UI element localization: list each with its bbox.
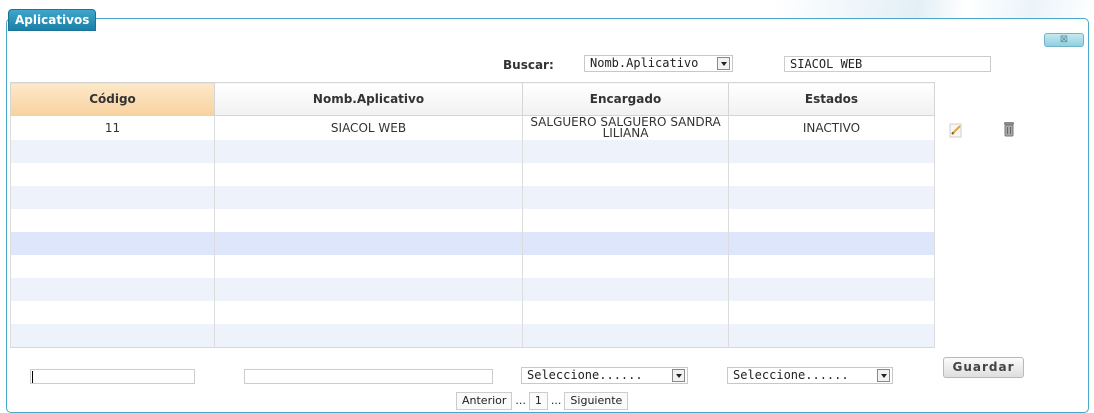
chevron-down-icon [672,369,685,382]
aplicativos-table: Código Nomb.Aplicativo Encargado Estados… [10,82,935,348]
pager-ellipsis: ... [515,394,526,407]
chevron-down-icon [717,57,730,70]
chevron-down-icon [877,369,890,382]
encargado-select[interactable]: Seleccione...... [521,367,688,384]
edit-icon[interactable] [949,122,963,138]
pagination: Anterior... 1... Siguiente [456,392,629,410]
table-row[interactable] [10,163,935,186]
text-cursor [32,371,33,383]
pager-ellipsis: ... [550,394,562,407]
page-1-button[interactable]: 1 [528,392,548,410]
trash-icon[interactable] [1002,121,1016,137]
table-row[interactable] [10,140,935,163]
prev-page-button[interactable]: Anterior [456,392,513,410]
column-header-estado[interactable]: Estados [728,82,935,116]
table-row[interactable] [10,209,935,232]
save-button[interactable]: Guardar [943,357,1024,378]
panel-title: Aplicativos [8,9,97,31]
cell-encargado: SALGUERO SALGUERO SANDRA LILIANA [522,115,729,140]
cell-estado: INACTIVO [728,115,935,140]
column-header-codigo[interactable]: Código [10,82,215,116]
estado-select[interactable]: Seleccione...... [727,367,893,384]
table-header-row: Código Nomb.Aplicativo Encargado Estados [10,82,935,116]
codigo-input[interactable] [30,369,195,384]
table-row[interactable] [10,301,935,324]
search-field-select[interactable]: Nomb.Aplicativo [584,55,733,72]
table-row[interactable] [10,232,935,255]
table-row[interactable] [10,186,935,209]
next-page-button[interactable]: Siguiente [564,392,629,410]
table-row[interactable] [10,255,935,278]
search-field-select-value: Nomb.Aplicativo [590,56,699,70]
table-row[interactable]: 11 SIACOL WEB SALGUERO SALGUERO SANDRA L… [10,115,935,140]
table-row[interactable] [10,278,935,301]
cell-nombre: SIACOL WEB [214,115,523,140]
table-row[interactable] [10,324,935,348]
encargado-select-value: Seleccione...... [527,368,643,382]
cell-codigo: 11 [10,115,215,140]
close-button[interactable]: ⊠ [1044,33,1084,47]
search-input[interactable]: SIACOL WEB [784,56,991,72]
estado-select-value: Seleccione...... [733,368,849,382]
nombre-input[interactable] [244,369,493,384]
column-header-nombre[interactable]: Nomb.Aplicativo [214,82,523,116]
search-label: Buscar: [503,58,554,72]
column-header-encargado[interactable]: Encargado [522,82,729,116]
